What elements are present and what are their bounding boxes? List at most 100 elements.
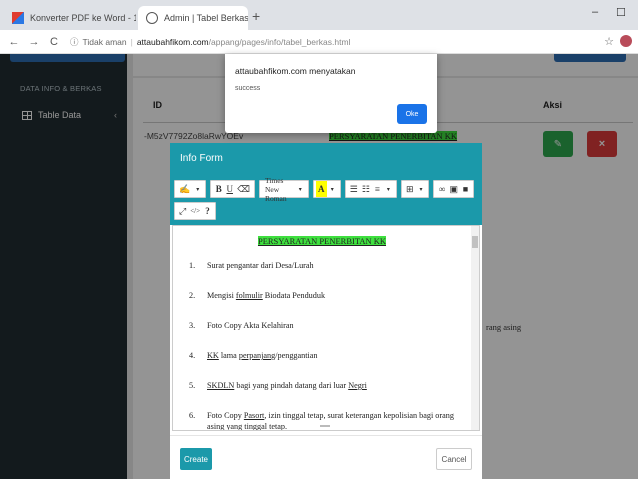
profile-avatar[interactable] — [620, 35, 632, 47]
list-item-text: Foto Copy Akta Kelahiran — [207, 320, 294, 331]
bold-button[interactable]: B — [213, 181, 224, 197]
info-form-modal: Info Form ✍ ▾ B U ⌫ Times New Roman ▾ A … — [170, 143, 482, 479]
table-icon[interactable]: ⊞ — [404, 181, 416, 197]
list-item: 4. KK lama perpanjang/penggantian — [189, 350, 467, 361]
text-run: Mengisi — [207, 291, 236, 300]
caret-down-icon: ▾ — [196, 186, 200, 193]
minimize-button[interactable]: – — [592, 6, 598, 18]
ok-button[interactable]: Oke — [397, 104, 427, 124]
tab-title: Admin | Tabel Berkas — [164, 13, 248, 23]
table-group: ⊞ ▾ — [400, 180, 430, 198]
unordered-list-icon[interactable]: ☰ — [348, 181, 360, 197]
security-label: Tidak aman — [82, 36, 127, 47]
text-run: /penggantian — [275, 351, 318, 360]
list-item-text: Foto Copy Pasort, izin tinggal tetap, su… — [207, 410, 467, 430]
text-run: folmulir — [235, 291, 263, 300]
list-item-number: 6. — [189, 411, 196, 420]
font-name-dropdown[interactable]: Times New Roman ▾ — [258, 176, 309, 203]
paragraph-group: ☰ ☷ ≡ ▾ — [344, 180, 397, 198]
ordered-list-icon[interactable]: ☷ — [360, 181, 372, 197]
globe-favicon-icon — [146, 12, 158, 24]
highlight-color-button[interactable]: A — [315, 181, 327, 197]
view-group: ⤢ </> ? — [174, 202, 217, 220]
list-item: 1. Surat pengantar dari Desa/Lurah — [189, 260, 467, 271]
text-run: Biodata Penduduk — [262, 291, 326, 300]
list-item-text: KK lama perpanjang/penggantian — [207, 350, 318, 361]
text-run: Pasort — [243, 411, 265, 420]
text-run: KK — [207, 351, 219, 360]
list-item-number: 4. — [189, 351, 196, 360]
editor-toolbar: ✍ ▾ B U ⌫ Times New Roman ▾ A ▾ ☰ ☷ ≡ ▾ — [170, 173, 482, 225]
align-icon[interactable]: ≡ — [372, 181, 383, 197]
rich-text-editor[interactable]: PERSYARATAN PENERBITAN KK 1. Surat pengan… — [172, 225, 480, 431]
bookmark-star-icon[interactable]: ☆ — [604, 35, 614, 48]
browser-tab-bar: Konverter PDF ke Word - 100% G × Admin |… — [0, 0, 638, 30]
url-path: /appang/pages/info/tabel_berkas.html — [208, 36, 351, 47]
back-button[interactable]: ← — [8, 36, 20, 48]
modal-title: Info Form — [170, 143, 482, 173]
scrollbar-thumb[interactable] — [472, 236, 478, 248]
magic-icon[interactable]: ✍ — [177, 181, 192, 197]
editor-heading: PERSYARATAN PENERBITAN KK — [257, 236, 387, 246]
url-field[interactable]: ⓘ Tidak aman | attaubahfikom.com /appang… — [70, 33, 598, 51]
editor-heading-wrap: PERSYARATAN PENERBITAN KK — [173, 236, 471, 247]
list-item: 5. SKDLN bagi yang pindah datang dari lua… — [189, 380, 467, 391]
caret-down-icon[interactable]: ▾ — [327, 181, 338, 197]
text-run: Foto Copy — [207, 411, 244, 420]
picture-icon[interactable]: ▣ — [447, 181, 460, 197]
create-button[interactable]: Create — [180, 448, 212, 470]
code-view-icon[interactable]: </> — [188, 203, 202, 219]
list-item-number: 1. — [189, 261, 196, 270]
list-item-text: Mengisi folmulir Biodata Penduduk — [207, 290, 325, 301]
alert-message: success — [235, 85, 261, 92]
list-item: 2. Mengisi folmulir Biodata Penduduk — [189, 290, 467, 301]
underline-button[interactable]: U — [224, 181, 235, 197]
editor-scrollbar[interactable] — [471, 226, 479, 430]
text-run: bagi yang pindah datang dari luar — [234, 381, 349, 390]
list-item: 6. Foto Copy Pasort, izin tinggal tetap, … — [189, 410, 467, 430]
caret-down-icon: ▾ — [386, 186, 390, 193]
text-run: SKDLN — [207, 381, 235, 390]
pdf-favicon-icon — [12, 12, 24, 24]
text-run: Foto Copy Akta Kelahiran — [207, 321, 294, 330]
info-icon[interactable]: ⓘ — [70, 36, 79, 48]
browser-tab-admin[interactable]: Admin | Tabel Berkas × — [138, 6, 248, 30]
list-item-number: 3. — [189, 321, 196, 330]
fullscreen-icon[interactable]: ⤢ — [177, 203, 188, 219]
caret-down-icon: ▾ — [419, 186, 423, 193]
list-item-text: Surat pengantar dari Desa/Lurah — [207, 260, 314, 271]
text-run: Negri — [348, 381, 367, 390]
list-item-number: 5. — [189, 381, 196, 390]
footer-divider — [170, 435, 482, 436]
list-item-text: SKDLN bagi yang pindah datang dari luar … — [207, 380, 367, 391]
maximize-button[interactable]: ☐ — [616, 6, 626, 19]
video-icon[interactable]: ■ — [460, 181, 471, 197]
forward-button[interactable]: → — [28, 36, 40, 48]
list-item: 3. Foto Copy Akta Kelahiran — [189, 320, 467, 331]
browser-tab-pdf[interactable]: Konverter PDF ke Word - 100% G × — [4, 6, 136, 30]
tab-title: Konverter PDF ke Word - 100% G — [30, 13, 136, 23]
color-group: A ▾ — [312, 180, 341, 198]
font-name-value: Times New Roman — [264, 175, 287, 203]
url-host: attaubahfikom.com — [136, 36, 209, 47]
cancel-button[interactable]: Cancel — [436, 448, 472, 470]
alert-dialog: attaubahfikom.com menyatakan success Oke — [225, 54, 437, 133]
caret-down-icon: ▾ — [298, 186, 302, 193]
help-icon[interactable]: ? — [202, 203, 213, 219]
requirements-list: 1. Surat pengantar dari Desa/Lurah 2. Mengi… — [189, 260, 467, 430]
list-item-number: 2. — [189, 291, 196, 300]
new-tab-button[interactable]: + — [252, 8, 260, 24]
link-icon[interactable]: ∞ — [436, 181, 447, 197]
text-run: Surat pengantar dari Desa/Lurah — [207, 261, 314, 270]
style-group: ✍ ▾ — [174, 180, 207, 198]
text-run: lama — [218, 351, 239, 360]
insert-group: ∞ ▣ ■ — [433, 180, 474, 198]
alert-title: attaubahfikom.com menyatakan — [235, 66, 356, 76]
url-separator: | — [130, 36, 133, 47]
reload-button[interactable]: C — [48, 36, 60, 48]
format-group: B U ⌫ — [210, 180, 255, 198]
editor-resize-handle[interactable] — [320, 425, 330, 427]
eraser-icon[interactable]: ⌫ — [235, 181, 252, 197]
address-bar: ← → C ⓘ Tidak aman | attaubahfikom.com /… — [0, 30, 638, 54]
text-run: perpanjang — [238, 351, 276, 360]
